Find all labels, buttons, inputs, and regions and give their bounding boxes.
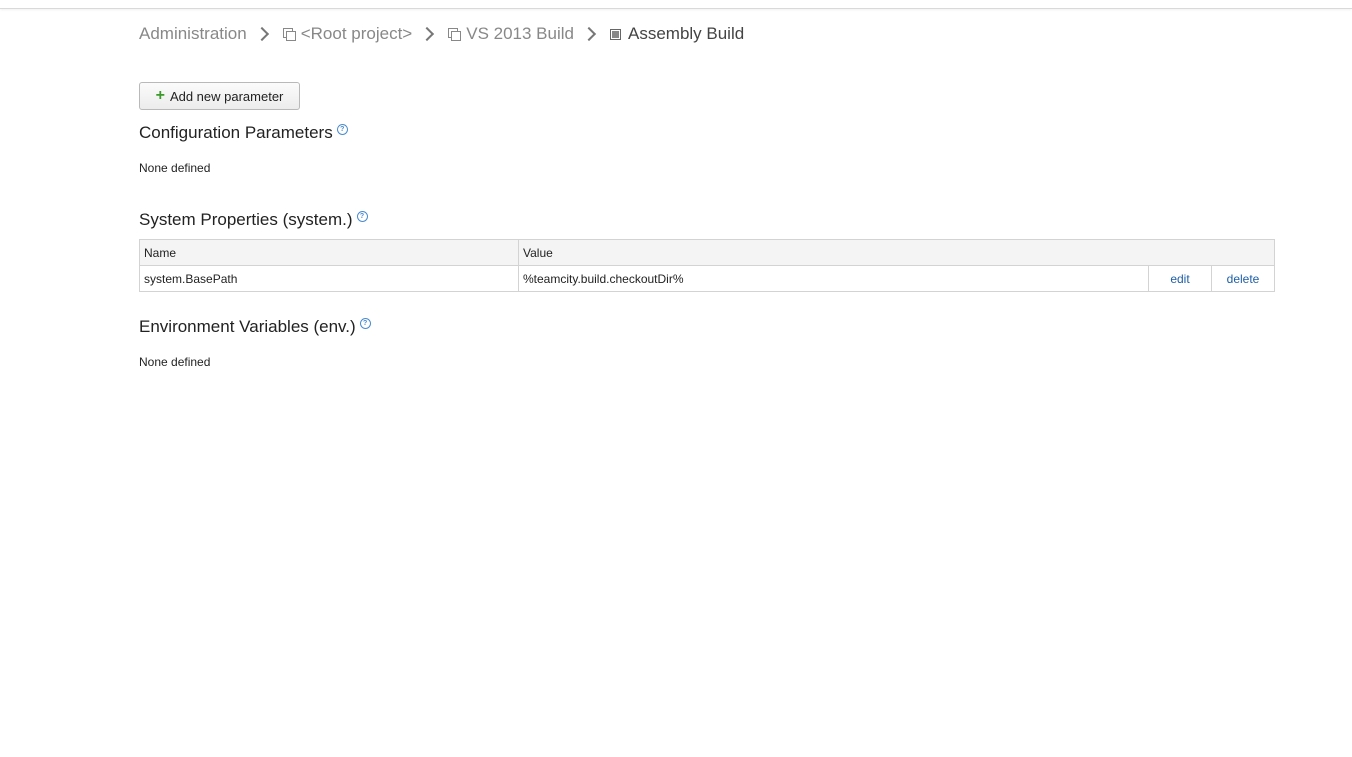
delete-link[interactable]: delete — [1227, 272, 1260, 286]
system-properties-heading: System Properties (system.) — [139, 210, 353, 229]
delete-cell: delete — [1211, 265, 1275, 292]
system-properties-table: Name Value system.BasePath %teamcity.bui… — [139, 239, 1275, 292]
parameter-name: system.BasePath — [139, 265, 519, 292]
breadcrumb-root-project[interactable]: <Root project> — [301, 24, 413, 44]
chevron-right-icon — [420, 26, 435, 42]
breadcrumb: Administration <Root project> VS 2013 Bu… — [139, 22, 744, 46]
breadcrumb-build-config: Assembly Build — [627, 24, 745, 43]
environment-variables-empty: None defined — [139, 355, 211, 369]
table-header-row: Name Value — [139, 239, 1275, 266]
chevron-right-icon — [581, 26, 597, 42]
edit-link[interactable]: edit — [1170, 272, 1189, 286]
table-row: system.BasePath %teamcity.build.checkout… — [139, 265, 1275, 292]
environment-variables-heading: Environment Variables (env.) — [139, 317, 356, 336]
help-icon[interactable]: ? — [336, 124, 348, 136]
build-configuration-icon — [609, 28, 621, 40]
project-icon — [448, 28, 462, 41]
breadcrumb-administration[interactable]: Administration — [139, 24, 247, 44]
system-properties-title: System Properties (system.)? — [139, 210, 368, 230]
environment-variables-title: Environment Variables (env.)? — [139, 317, 371, 337]
edit-cell: edit — [1148, 265, 1212, 292]
configuration-parameters-empty: None defined — [139, 161, 211, 175]
parameter-value: %teamcity.build.checkoutDir% — [518, 265, 1149, 292]
header-bar — [0, 0, 1352, 9]
project-icon — [282, 28, 296, 41]
add-new-parameter-label: Add new parameter — [169, 88, 284, 104]
plus-icon: + — [155, 87, 165, 104]
help-icon[interactable]: ? — [356, 211, 368, 223]
breadcrumb-project[interactable]: VS 2013 Build — [466, 24, 574, 44]
configuration-parameters-title: Configuration Parameters? — [139, 123, 348, 143]
column-header-name: Name — [139, 239, 519, 266]
add-new-parameter-button[interactable]: + Add new parameter — [139, 82, 300, 110]
help-icon[interactable]: ? — [359, 318, 371, 330]
column-header-value: Value — [518, 239, 1275, 266]
configuration-parameters-heading: Configuration Parameters — [139, 123, 333, 142]
chevron-right-icon — [254, 26, 269, 42]
